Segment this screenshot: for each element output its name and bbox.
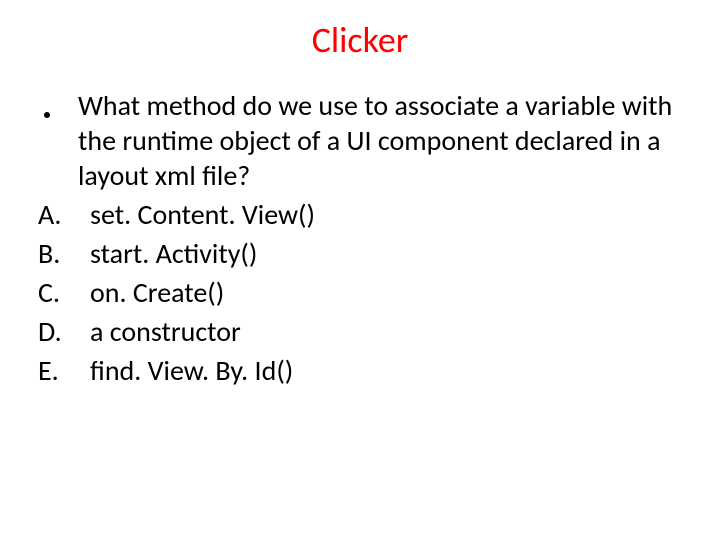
question-text: What method do we use to associate a var… [78, 88, 682, 193]
option-text: set. Content. View() [90, 197, 682, 232]
option-text: a constructor [90, 314, 682, 349]
option-text: find. View. By. Id() [90, 353, 682, 388]
option-letter: E. [38, 353, 90, 388]
option-letter: A. [38, 197, 90, 232]
bullet-icon [44, 112, 50, 118]
bullet-marker [38, 88, 78, 193]
question-row: What method do we use to associate a var… [38, 88, 682, 193]
option-row: D. a constructor [38, 314, 682, 349]
option-letter: C. [38, 275, 90, 310]
option-row: A. set. Content. View() [38, 197, 682, 232]
option-letter: D. [38, 314, 90, 349]
slide-content: What method do we use to associate a var… [38, 88, 682, 388]
slide-title: Clicker [38, 18, 682, 62]
option-text: on. Create() [90, 275, 682, 310]
option-text: start. Activity() [90, 236, 682, 271]
option-row: C. on. Create() [38, 275, 682, 310]
option-row: E. find. View. By. Id() [38, 353, 682, 388]
option-row: B. start. Activity() [38, 236, 682, 271]
option-letter: B. [38, 236, 90, 271]
